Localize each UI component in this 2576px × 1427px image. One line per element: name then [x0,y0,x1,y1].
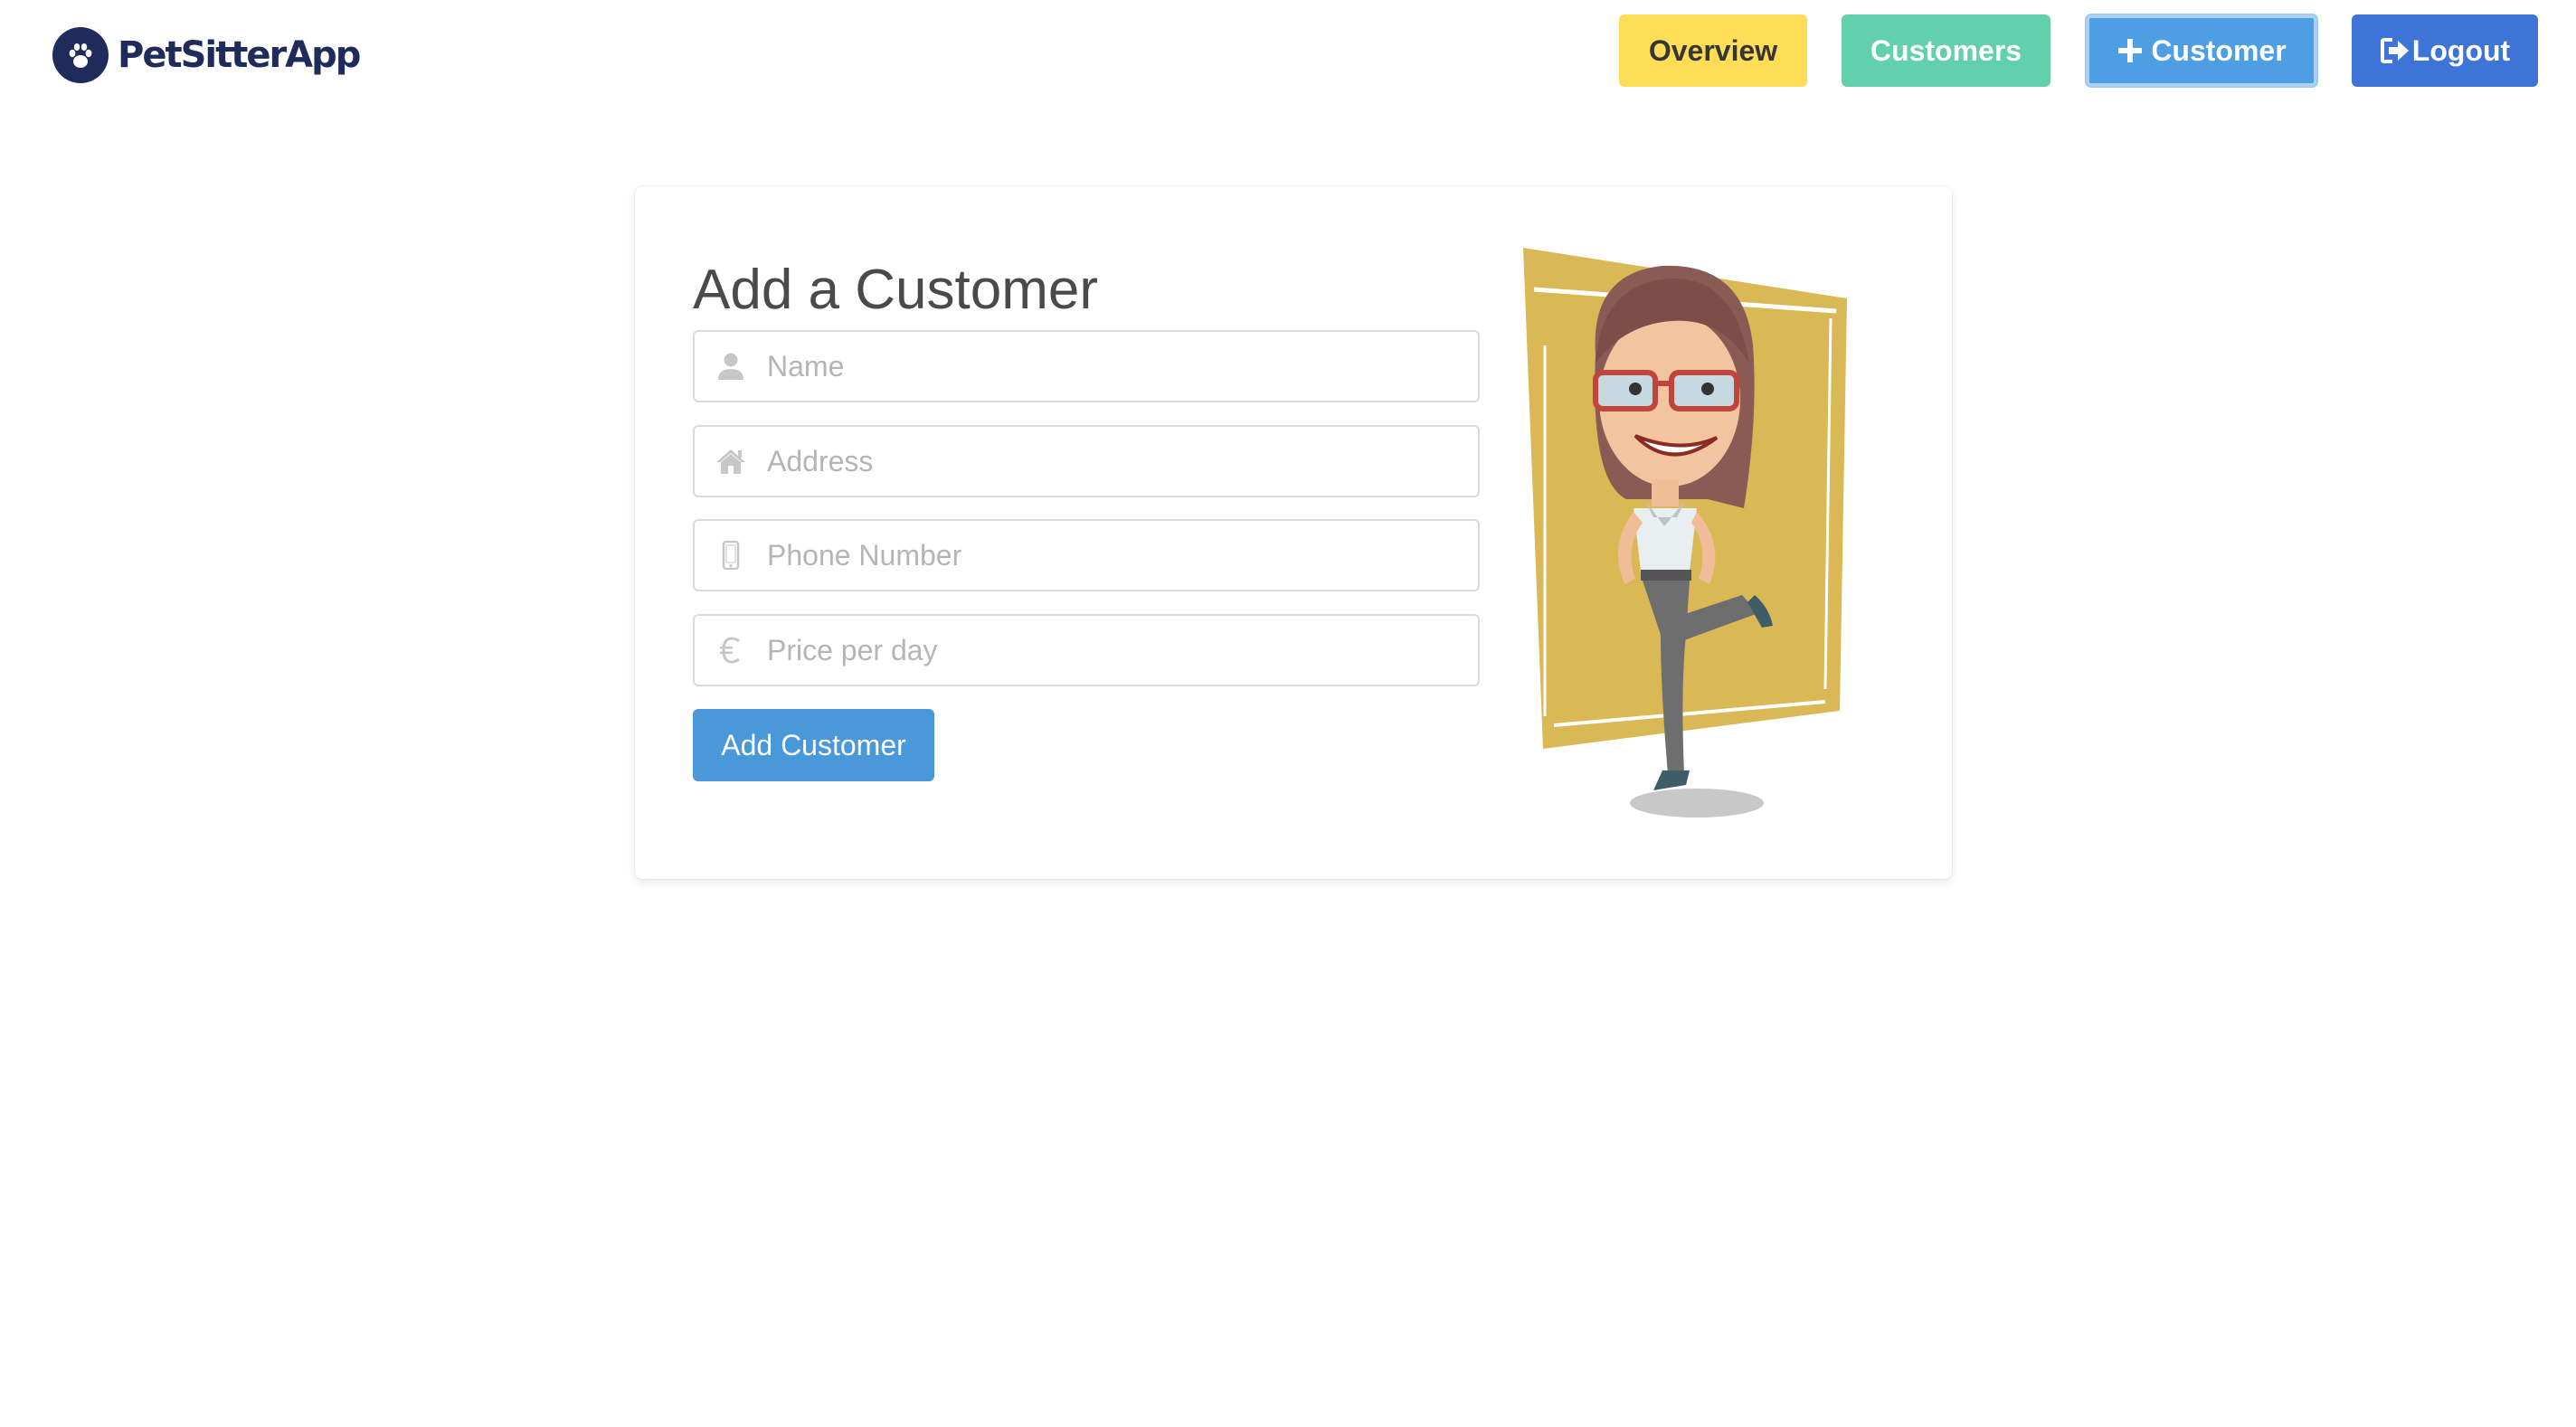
name-input[interactable] [767,332,1478,401]
phone-input[interactable] [767,521,1478,590]
brand-logo-link[interactable]: PetSitterApp [52,27,361,83]
customers-button[interactable]: Customers [1842,14,2050,87]
address-field[interactable] [693,425,1480,497]
paw-icon [52,27,109,83]
sign-out-icon [2380,37,2410,64]
brand-name: PetSitterApp [118,34,361,76]
add-customer-card: Add a Customer Name Address Phone Number… [635,186,1952,879]
form-title: Add a Customer [693,259,1098,321]
add-customer-nav-label: Customer [2151,33,2287,67]
add-customer-submit-button[interactable]: Add Customer [693,709,934,781]
overview-label: Overview [1648,33,1778,67]
customers-label: Customers [1870,33,2022,67]
price-input[interactable] [767,616,1478,685]
address-input[interactable] [767,427,1478,496]
overview-button[interactable]: Overview [1619,14,1807,87]
logout-label: Logout [2411,33,2511,67]
add-customer-nav-button[interactable]: Customer [2086,14,2317,87]
add-customer-submit-label: Add Customer [721,728,906,761]
phone-field[interactable] [693,519,1480,591]
euro-icon [695,616,767,685]
price-field[interactable] [693,614,1480,686]
mobile-icon [695,521,767,590]
name-field[interactable] [693,330,1480,402]
navbar: PetSitterApp Overview Customers Customer… [0,0,2576,99]
home-icon [695,427,767,496]
user-icon [695,332,767,401]
logout-button[interactable]: Logout [2352,14,2538,87]
customer-illustration [1518,237,1880,825]
plus-icon [2117,37,2144,64]
